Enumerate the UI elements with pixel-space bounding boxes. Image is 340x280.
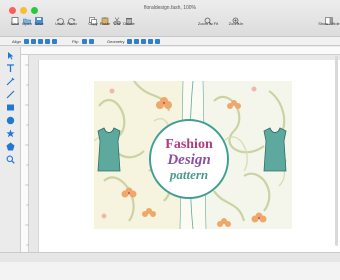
geometry-union-icon[interactable] xyxy=(127,39,132,44)
trash-icon xyxy=(125,12,133,25)
line-icon[interactable] xyxy=(5,89,16,100)
window-title: floraldesign.fash, 100% xyxy=(144,5,196,11)
geometry-divide-icon[interactable] xyxy=(155,39,160,44)
align-top-icon[interactable] xyxy=(45,39,50,44)
save-button-label: Save xyxy=(34,21,44,26)
horizontal-ruler xyxy=(21,47,340,60)
zoom-in-label: Zoom In xyxy=(228,21,244,26)
left-tank-top-illustration xyxy=(97,127,121,172)
text-icon[interactable] xyxy=(5,63,16,74)
ellipse-icon[interactable] xyxy=(5,115,16,126)
badge-line-design: Design xyxy=(167,151,211,168)
pointer-icon[interactable] xyxy=(5,50,16,61)
badge-line-pattern: pattern xyxy=(169,166,209,182)
polygon-icon[interactable] xyxy=(5,141,16,152)
tool-palette xyxy=(0,47,21,252)
redo-button[interactable]: Redo xyxy=(63,12,81,26)
delete-button[interactable]: Delete xyxy=(120,12,138,26)
geometry-intersect-icon[interactable] xyxy=(134,39,139,44)
show-hide-icon xyxy=(325,12,333,25)
zoom-fit-icon xyxy=(204,12,212,25)
magnify-icon[interactable] xyxy=(5,154,16,165)
vertical-scrollbar[interactable] xyxy=(335,56,338,246)
title-bar: floraldesign.fash, 100% New Open Save Un… xyxy=(0,0,340,36)
status-bar xyxy=(0,252,340,262)
geometry-subtract-icon[interactable] xyxy=(141,39,146,44)
app-window: floraldesign.fash, 100% New Open Save Un… xyxy=(0,0,340,262)
save-button[interactable]: Save xyxy=(30,12,48,26)
redo-button-label: Redo xyxy=(67,21,77,26)
zoom-to-fit-button[interactable]: Zoom to Fit xyxy=(196,12,220,26)
rectangle-icon[interactable] xyxy=(5,102,16,113)
zoom-in-button[interactable]: Zoom In xyxy=(226,12,246,26)
pen-icon[interactable] xyxy=(5,76,16,87)
vertical-ruler xyxy=(21,55,29,252)
zoom-to-fit-label: Zoom to Fit xyxy=(197,21,219,26)
flip-horizontal-icon[interactable] xyxy=(82,39,87,44)
flip-label: Flip xyxy=(72,39,79,44)
flip-vertical-icon[interactable] xyxy=(89,39,94,44)
align-center-icon[interactable] xyxy=(31,39,36,44)
delete-button-label: Delete xyxy=(123,21,135,26)
show-hide-button[interactable]: Show / Hide xyxy=(318,12,340,26)
align-left-icon[interactable] xyxy=(24,39,29,44)
badge-line-fashion: Fashion xyxy=(165,136,213,152)
right-tank-top-illustration xyxy=(263,127,287,172)
geometry-label: Geometry xyxy=(107,39,125,44)
align-label: Align xyxy=(12,39,21,44)
star-icon[interactable] xyxy=(5,128,16,139)
title-badge[interactable]: Fashion Design pattern xyxy=(149,119,229,199)
show-hide-label: Show / Hide xyxy=(318,21,340,26)
zoom-in-icon xyxy=(232,12,240,25)
save-icon xyxy=(35,12,43,25)
geometry-exclude-icon[interactable] xyxy=(148,39,153,44)
redo-icon xyxy=(68,12,76,25)
format-bar: Align Flip Geometry xyxy=(0,36,340,46)
align-right-icon[interactable] xyxy=(38,39,43,44)
align-middle-icon[interactable] xyxy=(52,39,57,44)
